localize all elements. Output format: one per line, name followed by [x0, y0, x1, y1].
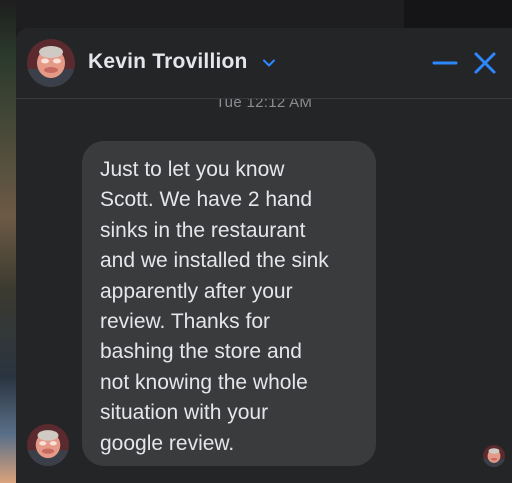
chat-header: Kevin Trovillion	[16, 28, 512, 99]
minimize-icon	[432, 61, 458, 65]
background-bar-right	[404, 0, 512, 28]
message-text: Just to let you know Scott. We have 2 ha…	[100, 158, 329, 455]
contact-name[interactable]: Kevin Trovillion	[88, 50, 248, 74]
avatar-photo	[27, 39, 75, 87]
chat-window: Kevin Trovillion Tue 12:12 AM Just to le…	[16, 28, 512, 483]
message-bubble[interactable]: Just to let you know Scott. We have 2 ha…	[82, 141, 376, 466]
close-icon	[474, 52, 496, 74]
avatar-photo	[27, 424, 69, 466]
close-button[interactable]	[470, 48, 500, 78]
avatar-photo	[483, 445, 505, 467]
chevron-down-icon[interactable]	[260, 54, 278, 72]
sender-avatar[interactable]	[27, 424, 69, 466]
contact-avatar[interactable]	[27, 39, 75, 87]
minimize-button[interactable]	[430, 50, 460, 76]
seen-indicator-avatar	[483, 445, 505, 467]
background-photo	[0, 0, 16, 483]
